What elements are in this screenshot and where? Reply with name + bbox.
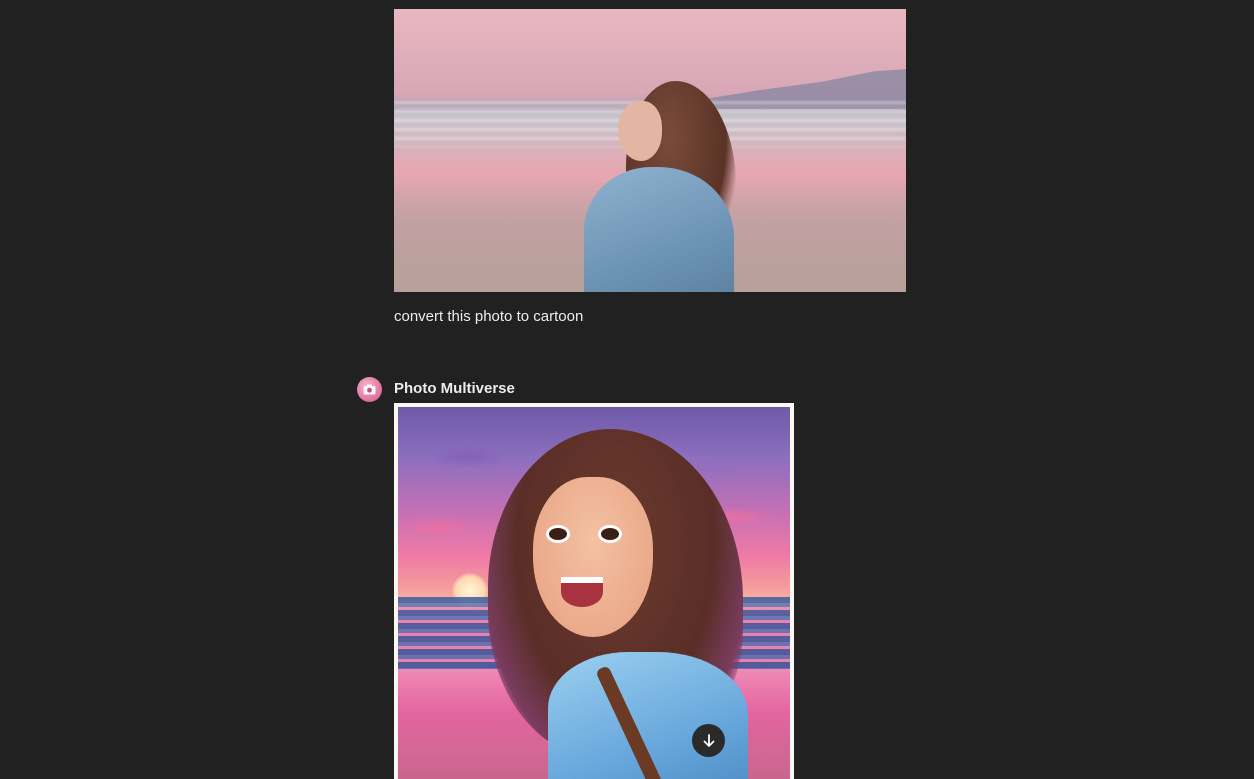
camera-icon bbox=[363, 384, 376, 395]
photo-face bbox=[618, 101, 662, 161]
arrow-down-icon bbox=[703, 733, 714, 747]
user-uploaded-photo[interactable] bbox=[394, 9, 906, 292]
assistant-name: Photo Multiverse bbox=[394, 380, 515, 397]
cartoon-face bbox=[533, 477, 653, 637]
cartoon-left-eye bbox=[546, 525, 570, 543]
download-button[interactable] bbox=[692, 724, 725, 757]
cartoon-canvas bbox=[398, 407, 790, 779]
assistant-avatar bbox=[357, 377, 382, 402]
chat-page: convert this photo to cartoon Photo Mult… bbox=[0, 0, 1254, 779]
generated-cartoon-image[interactable] bbox=[394, 403, 794, 779]
user-message-text: convert this photo to cartoon bbox=[394, 308, 584, 325]
cartoon-right-eye bbox=[598, 525, 622, 543]
cartoon-mouth bbox=[561, 577, 603, 607]
